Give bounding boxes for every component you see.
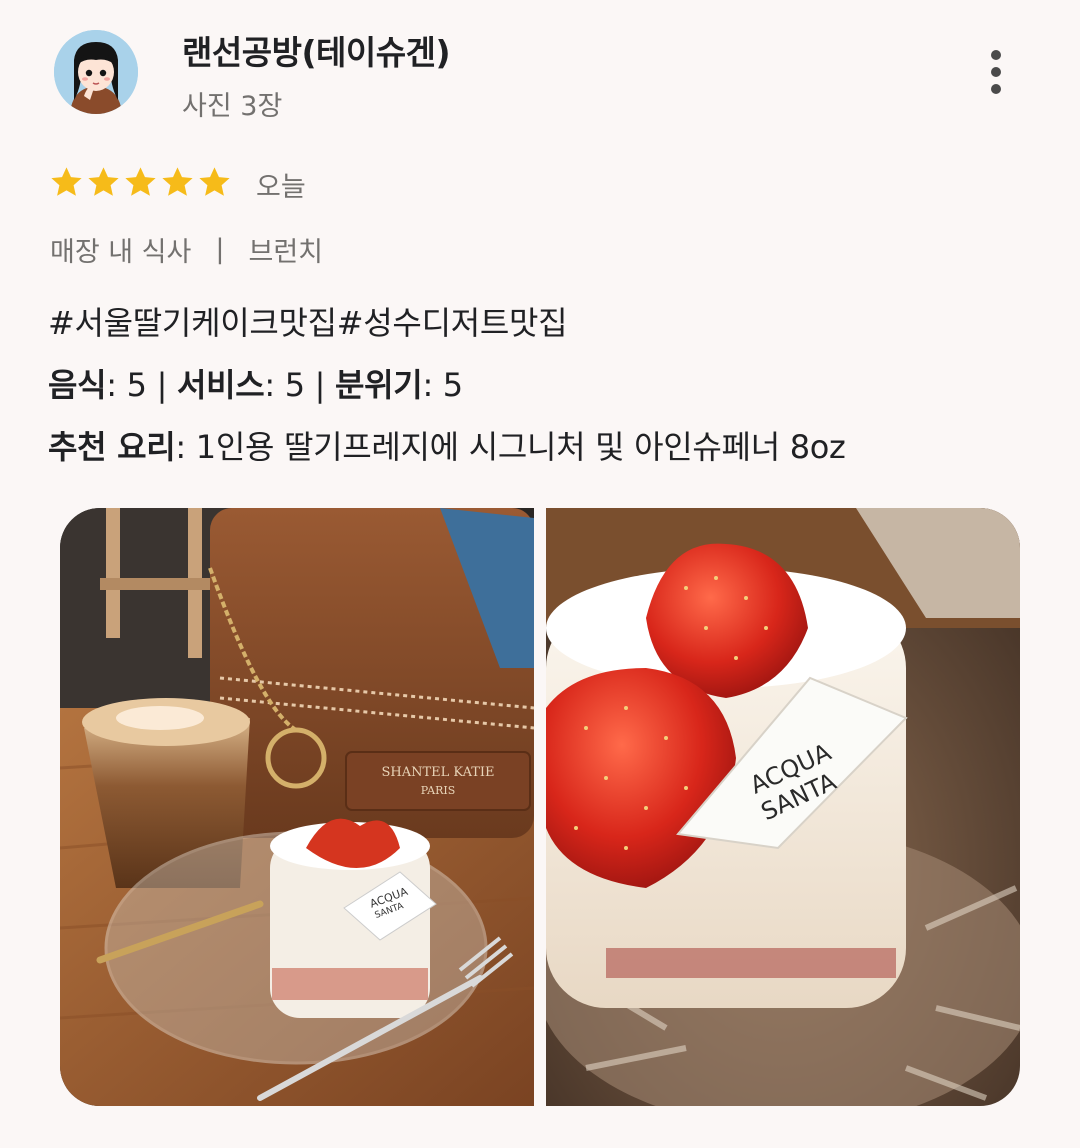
star-icon	[88, 167, 119, 196]
score-value-food: 5	[126, 366, 147, 404]
review-hashtags: #서울딸기케이크맛집#성수디저트맛집	[48, 304, 568, 342]
review-card: 랜선공방(테이슈겐) 사진 3장 오늘 매장 내 식사 | 브런치 #서울딸기케…	[0, 0, 1080, 1148]
star-icon	[51, 167, 82, 196]
photo-strawberry-cake: ACQUA SANTA	[546, 508, 1020, 1106]
photo-count: 사진 3장	[182, 91, 283, 122]
star-rating	[48, 164, 233, 201]
star-icon	[125, 167, 156, 196]
review-photo-2[interactable]: ACQUA SANTA	[546, 508, 1020, 1106]
star-icon	[199, 167, 230, 196]
bag-tag-text-1: SHANTEL KATIE	[381, 765, 494, 780]
photo-cafe-table: SHANTEL KATIE PARIS ACQUA SANTA	[60, 508, 534, 1106]
reviewer-name[interactable]: 랜선공방(테이슈겐)	[182, 26, 451, 74]
score-value-atmosphere: 5	[442, 366, 463, 404]
score-label-service: 서비스	[176, 366, 265, 404]
review-date: 오늘	[256, 172, 306, 203]
recommend-label: 추천 요리	[48, 428, 176, 466]
score-label-atmosphere: 분위기	[335, 366, 423, 404]
more-vert-icon	[991, 50, 1001, 60]
bag-tag-text-2: PARIS	[421, 784, 456, 797]
avatar-illustration	[54, 30, 138, 114]
recommended-dish: 추천 요리: 1인용 딸기프레지에 시그니처 및 아인슈페너 8oz	[48, 428, 846, 466]
star-icon	[162, 167, 193, 196]
score-value-service: 5	[284, 366, 305, 404]
recommend-text: 1인용 딸기프레지에 시그니처 및 아인슈페너 8oz	[195, 428, 846, 466]
score-label-food: 음식	[48, 366, 107, 404]
review-photo-1[interactable]: SHANTEL KATIE PARIS ACQUA SANTA	[60, 508, 534, 1106]
visit-meta: 매장 내 식사 | 브런치	[50, 230, 323, 269]
avatar[interactable]	[54, 30, 138, 114]
dining-type: 매장 내 식사	[50, 237, 192, 268]
more-options-button[interactable]	[972, 44, 1020, 100]
review-scores: 음식: 5 | 서비스: 5 | 분위기: 5	[48, 366, 463, 404]
meta-separator: |	[215, 234, 225, 265]
meal-type: 브런치	[248, 237, 324, 268]
